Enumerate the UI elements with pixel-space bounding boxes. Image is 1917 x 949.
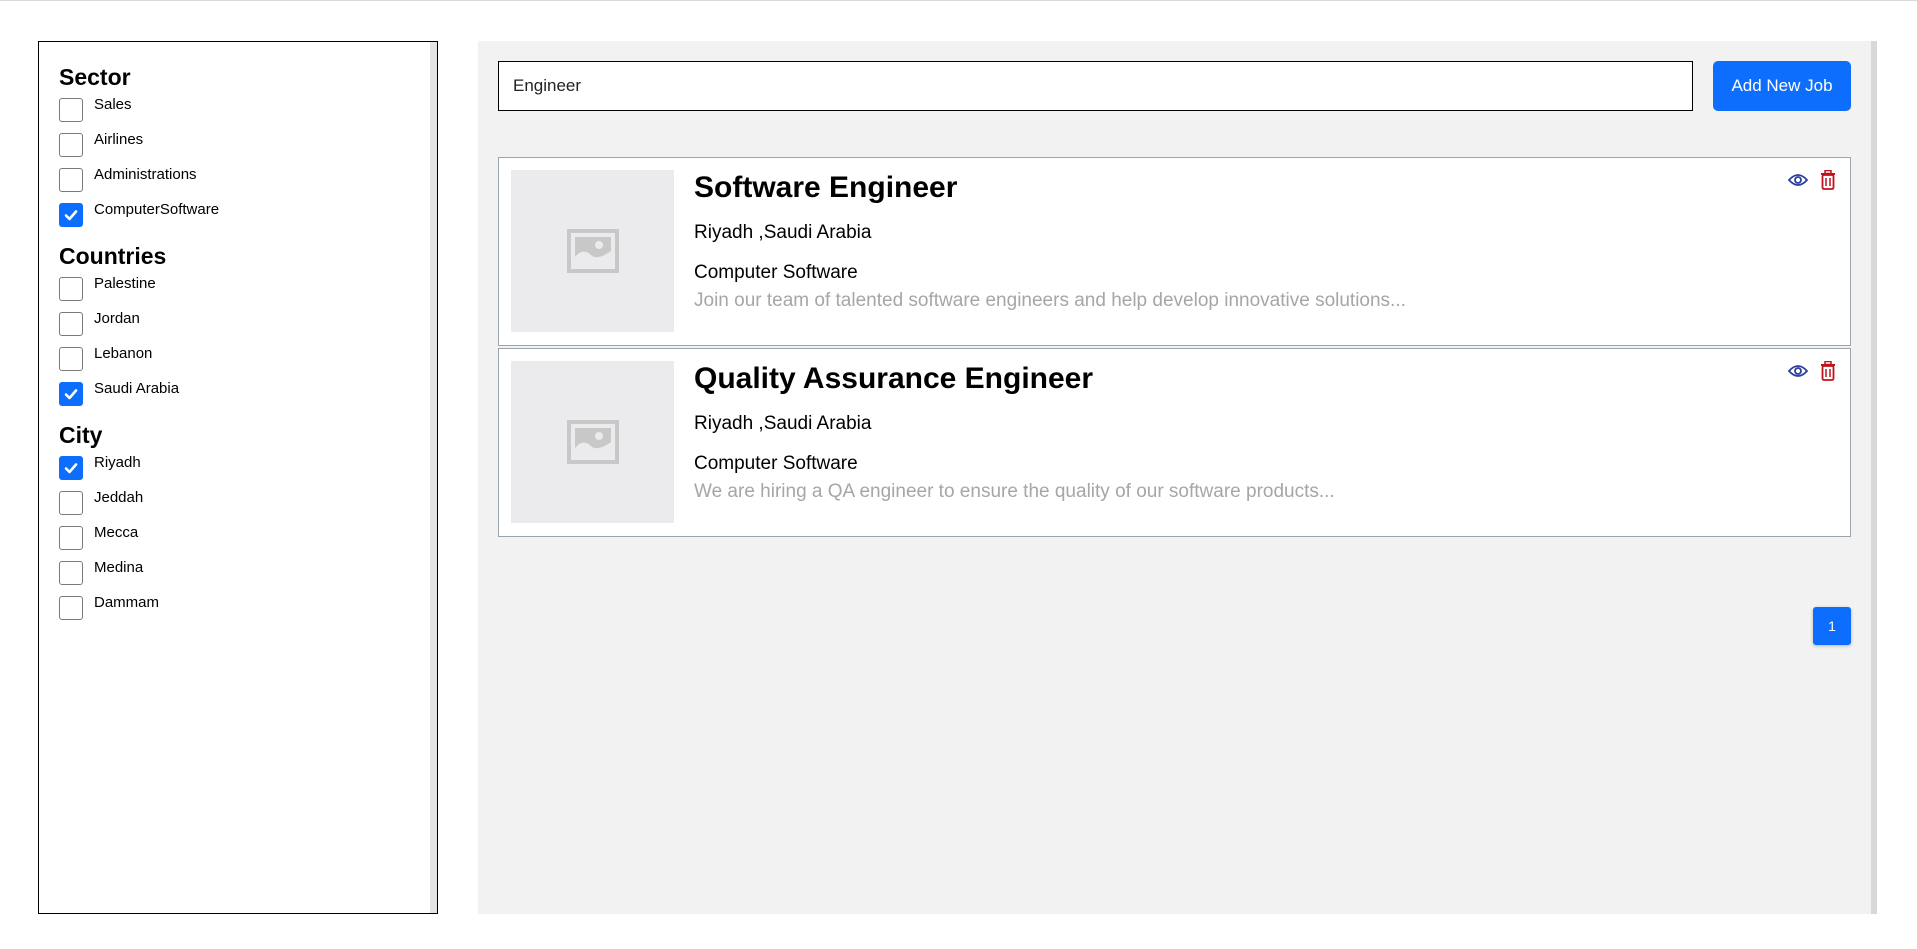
eye-icon [1788, 174, 1808, 186]
job-location: Riyadh ,Saudi Arabia [694, 413, 872, 434]
view-job-button[interactable] [1788, 361, 1808, 381]
job-description: We are hiring a QA engineer to ensure th… [694, 481, 1335, 502]
add-new-job-button[interactable]: Add New Job [1713, 61, 1851, 111]
filter-option-countries[interactable]: Saudi Arabia [59, 380, 179, 415]
image-placeholder-icon [566, 420, 619, 464]
filter-group-title: Sector [59, 64, 131, 90]
filter-option-city[interactable]: Jeddah [59, 489, 159, 524]
filter-option-label: ComputerSoftware [94, 201, 220, 218]
job-location: Riyadh ,Saudi Arabia [694, 222, 872, 243]
checkbox[interactable] [59, 312, 83, 336]
checkbox[interactable] [59, 347, 83, 371]
checkmark-icon [64, 389, 78, 400]
filter-option-sector[interactable]: ComputerSoftware [59, 201, 219, 236]
filter-sidebar: Sector Sales Airlines Administrations Compu… [38, 41, 438, 914]
job-title[interactable]: Software Engineer [694, 170, 957, 206]
job-card[interactable]: Software Engineer Riyadh ,Saudi Arabia C… [498, 157, 1851, 346]
delete-job-button[interactable] [1818, 361, 1838, 381]
filter-option-label: Mecca [94, 524, 139, 541]
filter-option-label: Jordan [94, 310, 140, 327]
eye-icon [1788, 365, 1808, 377]
search-input[interactable] [498, 61, 1693, 111]
trash-icon [1821, 170, 1835, 190]
filter-option-countries[interactable]: Lebanon [59, 345, 179, 380]
filter-group-city: City Riyadh Jeddah Mecca Medina Dammam [59, 422, 159, 629]
pagination-page-button[interactable]: 1 [1813, 607, 1851, 645]
image-placeholder-icon [566, 229, 619, 273]
filter-group-title: City [59, 422, 103, 448]
job-description: Join our team of talented software engin… [694, 290, 1406, 311]
job-sector: Computer Software [694, 453, 858, 474]
filter-option-countries[interactable]: Jordan [59, 310, 179, 345]
filter-option-label: Saudi Arabia [94, 380, 180, 397]
checkbox[interactable] [59, 456, 83, 480]
checkbox[interactable] [59, 491, 83, 515]
filter-option-city[interactable]: Riyadh [59, 454, 159, 489]
view-job-button[interactable] [1788, 170, 1808, 190]
filter-option-label: Riyadh [94, 454, 141, 471]
filter-group-title: Countries [59, 243, 167, 269]
checkbox[interactable] [59, 98, 83, 122]
checkbox[interactable] [59, 596, 83, 620]
job-thumbnail [511, 361, 674, 523]
filter-group-countries: Countries Palestine Jordan Lebanon Saudi Ar… [59, 243, 179, 415]
filter-option-countries[interactable]: Palestine [59, 275, 179, 310]
job-thumbnail [511, 170, 674, 332]
checkmark-icon [64, 210, 78, 221]
main-scrollbar[interactable] [1871, 41, 1877, 914]
card-actions [1788, 361, 1838, 381]
filter-group-sector: Sector Sales Airlines Administrations Compu… [59, 64, 219, 236]
filter-option-sector[interactable]: Sales [59, 96, 219, 131]
checkbox[interactable] [59, 561, 83, 585]
filter-option-label: Medina [94, 559, 144, 576]
checkbox[interactable] [59, 382, 83, 406]
filter-option-label: Sales [94, 96, 132, 113]
filter-option-label: Palestine [94, 275, 156, 292]
job-title[interactable]: Quality Assurance Engineer [694, 361, 1093, 397]
delete-job-button[interactable] [1818, 170, 1838, 190]
checkbox[interactable] [59, 133, 83, 157]
checkbox[interactable] [59, 203, 83, 227]
filter-option-label: Lebanon [94, 345, 153, 362]
top-divider [0, 0, 1917, 1]
filter-option-sector[interactable]: Administrations [59, 166, 219, 201]
trash-icon [1821, 361, 1835, 381]
checkbox[interactable] [59, 526, 83, 550]
filter-option-label: Airlines [94, 131, 144, 148]
filter-option-city[interactable]: Dammam [59, 594, 159, 629]
filter-option-label: Jeddah [94, 489, 144, 506]
sidebar-scrollbar[interactable] [430, 42, 437, 913]
checkbox[interactable] [59, 168, 83, 192]
job-card[interactable]: Quality Assurance Engineer Riyadh ,Saudi… [498, 348, 1851, 537]
filter-option-city[interactable]: Mecca [59, 524, 159, 559]
filter-option-city[interactable]: Medina [59, 559, 159, 594]
job-sector: Computer Software [694, 262, 858, 283]
filter-option-label: Administrations [94, 166, 197, 183]
checkmark-icon [64, 463, 78, 474]
job-list-panel: Add New Job Software Engineer Riyadh ,Sa… [478, 41, 1877, 914]
filter-option-label: Dammam [94, 594, 160, 611]
checkbox[interactable] [59, 277, 83, 301]
filter-option-sector[interactable]: Airlines [59, 131, 219, 166]
card-actions [1788, 170, 1838, 190]
